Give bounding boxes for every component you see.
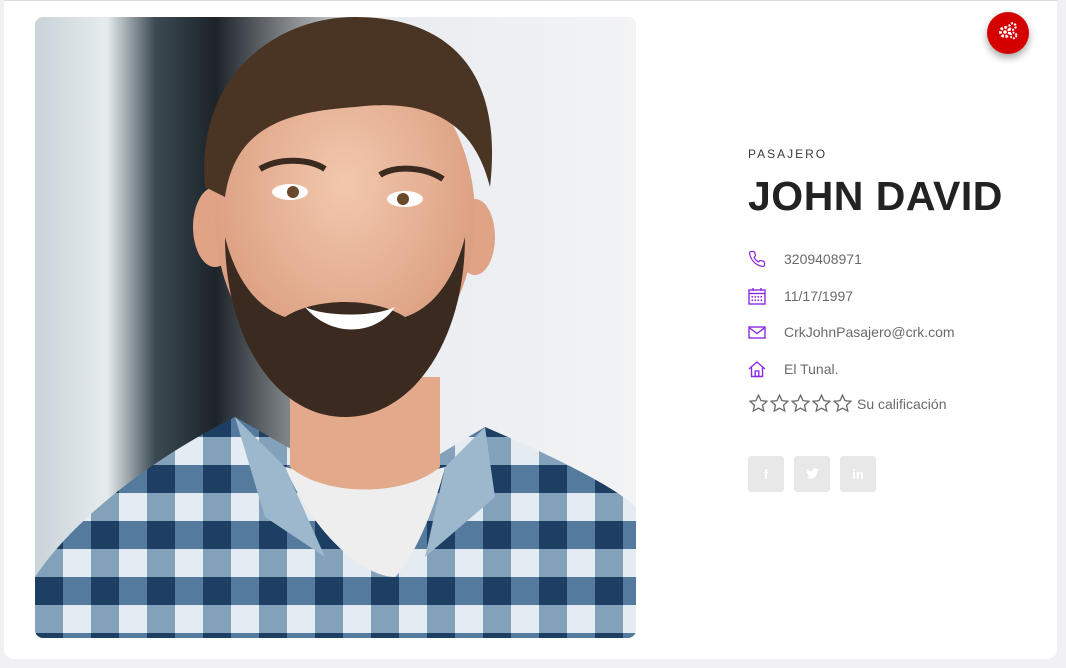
twitter-button[interactable]: [794, 456, 830, 492]
linkedin-button[interactable]: in: [840, 456, 876, 492]
phone-icon: [748, 250, 766, 268]
facebook-button[interactable]: f: [748, 456, 784, 492]
profile-role: PASAJERO: [748, 147, 828, 161]
detail-address: El Tunal.: [748, 359, 1048, 379]
detail-phone: 3209408971: [748, 249, 1048, 269]
settings-button[interactable]: [987, 12, 1029, 54]
detail-email: CrkJohnPasajero@crk.com: [748, 322, 1048, 342]
rating-stars[interactable]: [748, 393, 853, 414]
profile-card: PASAJERO JOHN DAVID 3209408971 11/17/199…: [4, 0, 1057, 659]
home-icon: [748, 360, 766, 378]
facebook-icon: f: [763, 466, 769, 482]
address-value: El Tunal.: [784, 360, 839, 377]
profile-name: JOHN DAVID: [748, 173, 1003, 219]
detail-birthdate: 11/17/1997: [748, 286, 1048, 306]
email-value: CrkJohnPasajero@crk.com: [784, 324, 955, 340]
linkedin-icon: in: [852, 466, 864, 482]
star-icon[interactable]: [811, 393, 832, 414]
star-icon[interactable]: [832, 393, 853, 414]
profile-photo: [35, 17, 636, 638]
calendar-icon: [748, 287, 766, 305]
rating: Su calificación: [748, 393, 1048, 414]
twitter-icon: [805, 467, 819, 482]
profile-details: 3209408971 11/17/1997 CrkJohnPasajero@cr…: [748, 249, 1048, 379]
profile-info: PASAJERO JOHN DAVID 3209408971 11/17/199…: [748, 147, 1048, 492]
star-icon[interactable]: [790, 393, 811, 414]
birthdate-value: 11/17/1997: [784, 287, 854, 304]
social-links: f in: [748, 456, 1048, 492]
gears-icon: [998, 21, 1018, 45]
star-icon[interactable]: [748, 393, 769, 414]
star-icon[interactable]: [769, 393, 790, 414]
rating-label: Su calificación: [857, 395, 947, 412]
phone-value: 3209408971: [784, 251, 862, 267]
envelope-icon: [748, 323, 766, 341]
